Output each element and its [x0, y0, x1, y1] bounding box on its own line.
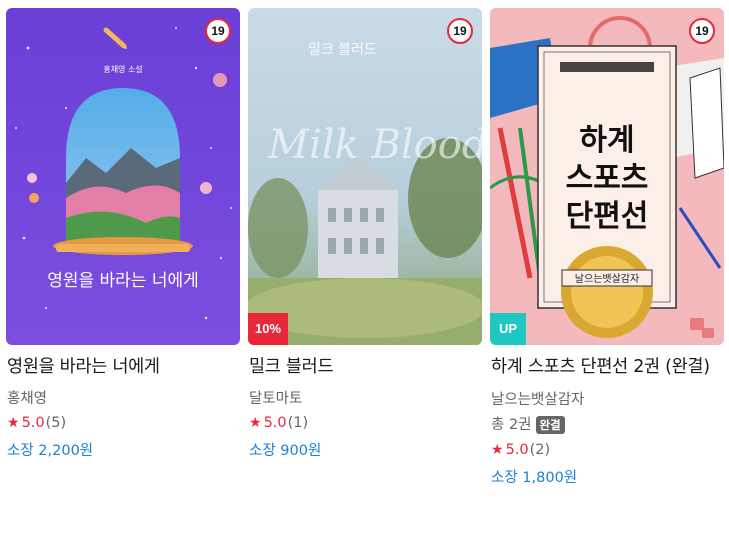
book-rating: ★ 5.0 (1): [249, 414, 483, 432]
book-cover[interactable]: 하계 스포츠 단편선 날으는뱃살감자 19 UP: [490, 8, 724, 345]
book-author[interactable]: 홍채영: [7, 390, 241, 408]
cover-illustration: 홍채영 소설 영원을 바라는 너에게: [6, 8, 240, 345]
cover-title-line-1: 하계: [579, 123, 634, 158]
rating-count: (5): [45, 415, 67, 431]
book-price[interactable]: 소장 900원: [249, 442, 483, 460]
cover-author-line: 홍채영 소설: [103, 64, 142, 74]
book-card[interactable]: 밀크 블러드 Milk Blood 19 10% 밀크 블러드 달토마토 ★ 5…: [248, 0, 482, 459]
rating-score: 5.0: [263, 415, 287, 431]
star-icon: ★: [491, 442, 504, 458]
book-rating: ★ 5.0 (2): [491, 441, 725, 459]
book-cover[interactable]: 홍채영 소설 영원을 바라는 너에게 19: [6, 8, 240, 345]
star-icon: ★: [7, 415, 20, 431]
rating-count: (2): [529, 442, 551, 458]
cover-title: 밀크 블러드: [308, 42, 377, 58]
age-19-badge: 19: [447, 18, 473, 44]
rating-score: 5.0: [505, 442, 529, 458]
book-author[interactable]: 달토마토: [249, 390, 483, 408]
cover-script-title: Milk Blood: [267, 122, 482, 168]
age-19-badge: 19: [205, 18, 231, 44]
rating-count: (1): [287, 415, 309, 431]
rating-score: 5.0: [21, 415, 45, 431]
cover-subtitle: 날으는뱃살감자: [575, 273, 639, 285]
book-author[interactable]: 날으는뱃살감자: [491, 391, 725, 409]
cover-title-line-3: 단편선: [566, 199, 649, 234]
cover-title-line-2: 스포츠: [566, 161, 649, 196]
book-title[interactable]: 밀크 블러드: [249, 354, 483, 381]
update-badge: UP: [490, 313, 526, 345]
book-title[interactable]: 하계 스포츠 단편선 2권 (완결): [491, 354, 725, 381]
book-card[interactable]: 하계 스포츠 단편선 날으는뱃살감자 19 UP 하계 스포츠 단편선 2권 (…: [490, 0, 724, 486]
book-title[interactable]: 영원을 바라는 너에게: [7, 354, 241, 381]
volume-count: 총 2권: [491, 417, 532, 433]
age-19-badge: 19: [689, 18, 715, 44]
book-card[interactable]: 홍채영 소설 영원을 바라는 너에게 19 영원을 바라는 너에게 홍채영 ★ …: [6, 0, 240, 459]
cover-title: 영원을 바라는 너에게: [47, 271, 199, 291]
completed-tag: 완결: [535, 416, 565, 434]
book-volumes: 총 2권 완결: [491, 415, 725, 435]
book-price[interactable]: 소장 2,200원: [7, 442, 241, 460]
star-icon: ★: [249, 415, 262, 431]
book-rating: ★ 5.0 (5): [7, 414, 241, 432]
cover-illustration: 밀크 블러드 Milk Blood: [248, 8, 482, 345]
cover-illustration: 하계 스포츠 단편선 날으는뱃살감자: [490, 8, 724, 345]
book-cover[interactable]: 밀크 블러드 Milk Blood 19 10%: [248, 8, 482, 345]
book-price[interactable]: 소장 1,800원: [491, 469, 725, 487]
discount-badge: 10%: [248, 313, 289, 345]
